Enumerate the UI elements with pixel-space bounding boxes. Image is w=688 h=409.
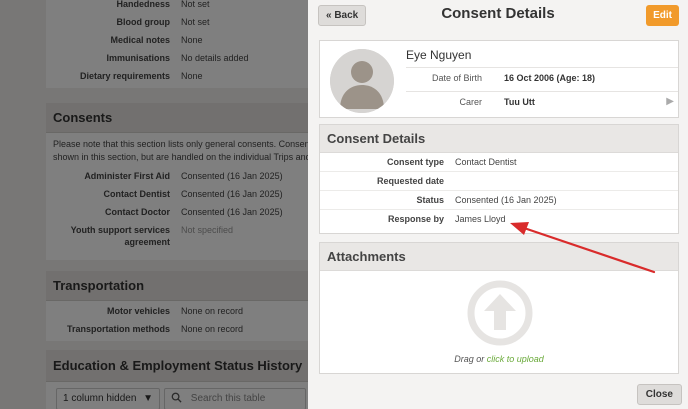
detail-label: Status <box>416 195 444 205</box>
avatar-placeholder-icon <box>330 49 394 113</box>
drag-text: Drag or <box>454 354 485 364</box>
consent-details-card: Consent Details Consent type Contact Den… <box>319 124 679 234</box>
detail-row: Requested date <box>320 172 678 191</box>
detail-row: Status Consented (16 Jan 2025) <box>320 191 678 210</box>
detail-value: Contact Dentist <box>455 157 517 167</box>
back-button[interactable]: « Back <box>318 5 367 26</box>
edit-button[interactable]: Edit <box>646 5 679 26</box>
detail-value: Consented (16 Jan 2025) <box>455 195 557 205</box>
profile-divider <box>406 67 678 68</box>
close-button[interactable]: Close <box>636 384 682 405</box>
chevron-right-icon: ▶ <box>666 96 674 107</box>
consent-details-heading: Consent Details <box>320 125 678 153</box>
upload-instructions: Drag or click to upload <box>320 354 678 364</box>
dob-value: 16 Oct 2006 (Age: 18) <box>504 73 596 83</box>
profile-divider <box>406 91 678 92</box>
profile-card: Eye Nguyen Date of Birth 16 Oct 2006 (Ag… <box>319 40 679 118</box>
consent-details-panel: « Back Consent Details Edit Eye Nguyen D… <box>308 0 688 409</box>
detail-row: Consent type Contact Dentist <box>320 153 678 172</box>
detail-label: Consent type <box>386 157 444 167</box>
click-to-upload-link[interactable]: click to upload <box>487 354 544 364</box>
carer-label: Carer <box>459 97 482 107</box>
detail-value: James Lloyd <box>455 214 506 224</box>
detail-row: Response by James Lloyd <box>320 210 678 229</box>
carer-row[interactable]: Carer Tuu Utt ▶ <box>406 93 674 113</box>
person-name: Eye Nguyen <box>406 48 472 62</box>
detail-label: Requested date <box>376 176 444 186</box>
panel-header: « Back Consent Details Edit <box>308 0 688 32</box>
attachments-heading: Attachments <box>320 243 678 271</box>
attachments-card: Attachments Drag or click to upload <box>319 242 679 374</box>
dob-row: Date of Birth 16 Oct 2006 (Age: 18) <box>406 69 664 89</box>
dob-label: Date of Birth <box>431 73 482 83</box>
upload-arrow-icon[interactable] <box>467 280 533 346</box>
detail-label: Response by <box>387 214 444 224</box>
carer-value: Tuu Utt <box>504 97 535 107</box>
